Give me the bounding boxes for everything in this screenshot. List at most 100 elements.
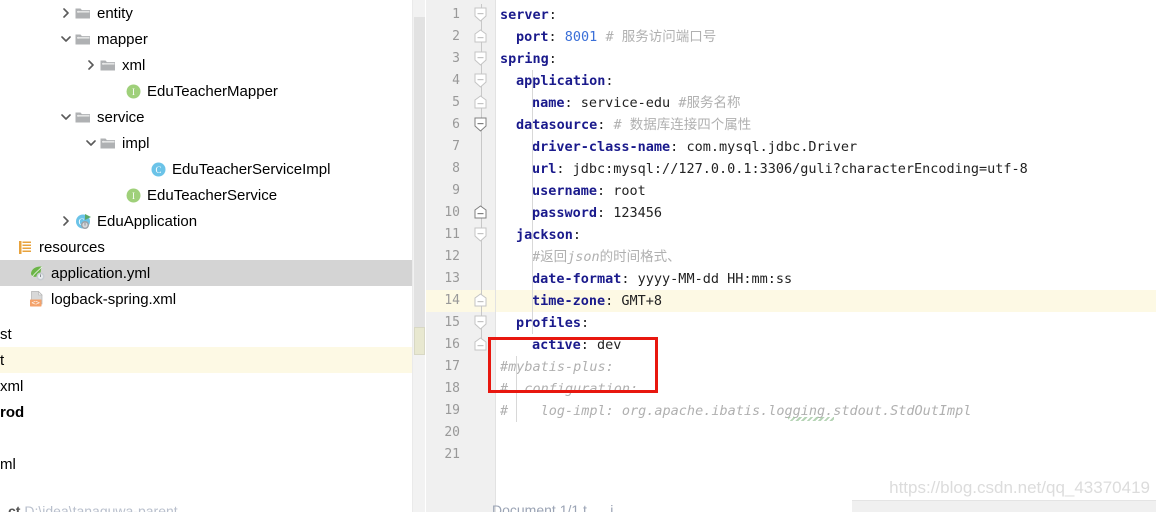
code-token: # log-impl: org.apache.ibatis.logging.st… [500, 403, 972, 419]
code-line[interactable]: time-zone: GMT+8 [496, 290, 1156, 312]
ide-window: entity mapper xml I EduTeacherMapper service i… [0, 0, 1156, 512]
code-token: 的时间格式、 [599, 249, 681, 265]
tree-row[interactable]: C EduApplication [0, 208, 412, 234]
code-text-area[interactable]: server: port: 8001 # 服务访问端口号 spring: applic… [496, 0, 1156, 512]
code-line[interactable]: profiles: [496, 312, 1156, 334]
code-line[interactable]: application: [496, 70, 1156, 92]
editor-status-bar [852, 500, 1156, 512]
tree-vertical-scrollbar[interactable] [412, 0, 425, 512]
folder-icon [73, 26, 93, 52]
code-token: time-zone [532, 293, 606, 309]
fold-toggle-icon[interactable] [474, 95, 489, 117]
tree-row-label: entity [97, 4, 133, 22]
svg-text:C: C [155, 165, 161, 175]
code-line[interactable]: username: root [496, 180, 1156, 202]
code-token: json [567, 249, 600, 265]
fold-toggle-icon[interactable] [474, 29, 489, 51]
fold-toggle-icon[interactable] [474, 293, 489, 315]
xml-file-icon: <> [27, 286, 47, 312]
clipped-tree-row[interactable]: t [0, 347, 412, 373]
fold-toggle-icon[interactable] [474, 205, 489, 227]
code-line[interactable]: active: dev [496, 334, 1156, 356]
code-token: password [532, 205, 598, 221]
tree-row[interactable]: xml [0, 52, 412, 78]
tree-row[interactable]: resources [0, 234, 412, 260]
code-line[interactable]: datasource: # 数据库连接四个属性 [496, 114, 1156, 136]
bottom-path-prefix: ct [8, 503, 21, 512]
line-number: 11 [444, 227, 460, 242]
tree-arrow-placeholder [133, 156, 148, 182]
chevron-down-icon[interactable] [83, 130, 98, 156]
code-token: url [532, 161, 557, 177]
line-number: 18 [444, 381, 460, 396]
code-token: spring [500, 51, 549, 67]
interface-icon: I [123, 182, 143, 208]
tree-row[interactable]: I EduTeacherService [0, 182, 412, 208]
tree-row[interactable]: C EduTeacherServiceImpl [0, 156, 412, 182]
code-line[interactable]: server: [496, 4, 1156, 26]
tree-row[interactable]: impl [0, 130, 412, 156]
code-line[interactable]: date-format: yyyy-MM-dd HH:mm:ss [496, 268, 1156, 290]
fold-toggle-icon[interactable] [474, 117, 489, 139]
line-number: 4 [452, 73, 460, 88]
line-number-gutter[interactable]: 1 2 3 4 5 6 7 8 9 10 11 12 13 14 15 16 17 18 19 20 21 [426, 0, 468, 512]
chevron-down-icon[interactable] [58, 26, 73, 52]
clipped-tree-row-label: t [0, 351, 5, 369]
tree-row[interactable]: application.yml [0, 260, 412, 286]
chevron-down-icon[interactable] [58, 104, 73, 130]
code-line[interactable]: port: 8001 # 服务访问端口号 [496, 26, 1156, 48]
code-token: application [516, 73, 606, 89]
code-token: : [556, 161, 573, 177]
chevron-right-icon[interactable] [58, 0, 73, 26]
tree-arrow-placeholder [108, 182, 123, 208]
tree-row[interactable]: I EduTeacherMapper [0, 78, 412, 104]
code-line[interactable]: #返回json的时间格式、 [496, 246, 1156, 268]
code-line[interactable]: # configuration: [496, 378, 1156, 400]
code-line[interactable] [496, 422, 1156, 444]
tree-arrow-placeholder [0, 234, 15, 260]
code-token: service-edu [580, 95, 671, 111]
fold-toggle-icon[interactable] [474, 227, 489, 249]
tree-row[interactable]: <> logback-spring.xml [0, 286, 412, 312]
code-line[interactable]: #mybatis-plus: [496, 356, 1156, 378]
svg-text:<>: <> [31, 299, 39, 307]
code-line[interactable]: spring: [496, 48, 1156, 70]
code-line[interactable]: password: 123456 [496, 202, 1156, 224]
code-token: name [532, 95, 565, 111]
fold-toggle-icon[interactable] [474, 7, 489, 29]
code-folding-strip[interactable] [468, 0, 496, 512]
code-token: #mybatis-plus: [500, 359, 614, 375]
code-line[interactable]: driver-class-name: com.mysql.jdbc.Driver [496, 136, 1156, 158]
tree-scrollbar-marker[interactable] [414, 327, 425, 355]
fold-toggle-icon[interactable] [474, 51, 489, 73]
chevron-right-icon[interactable] [83, 52, 98, 78]
chevron-right-icon[interactable] [58, 208, 73, 234]
folder-icon [73, 104, 93, 130]
clipped-tree-row[interactable]: rod [0, 399, 412, 425]
tree-scrollbar-thumb[interactable] [414, 17, 425, 327]
code-line[interactable]: url: jdbc:mysql://127.0.0.1:3306/guli?ch… [496, 158, 1156, 180]
code-token: jackson [516, 227, 573, 243]
code-token: GMT+8 [621, 293, 663, 309]
code-token: jdbc:mysql://127.0.0.1:3306/guli?charact… [572, 161, 1028, 177]
clipped-tree-row[interactable]: xml [0, 373, 412, 399]
tree-row[interactable]: entity [0, 0, 412, 26]
clipped-tree-row[interactable]: st [0, 321, 412, 347]
code-token: : [597, 183, 614, 199]
code-token: yyyy-MM-dd HH:mm:ss [637, 271, 793, 287]
code-token: #返回 [532, 249, 568, 265]
line-number: 7 [452, 139, 460, 154]
fold-toggle-icon[interactable] [474, 73, 489, 95]
clipped-tree-row[interactable]: ml [0, 451, 412, 477]
fold-toggle-icon[interactable] [474, 337, 489, 359]
code-token: username [532, 183, 598, 199]
code-line[interactable] [496, 444, 1156, 466]
code-line[interactable]: name: service-edu #服务名称 [496, 92, 1156, 114]
code-editor[interactable]: 1 2 3 4 5 6 7 8 9 10 11 12 13 14 15 16 17 18 19 20 21 server… [426, 0, 1156, 512]
project-tree-panel[interactable]: entity mapper xml I EduTeacherMapper service i… [0, 0, 412, 512]
code-token: : [621, 271, 638, 287]
tree-row[interactable]: service [0, 104, 412, 130]
tree-row[interactable]: mapper [0, 26, 412, 52]
fold-toggle-icon[interactable] [474, 315, 489, 337]
code-line[interactable]: jackson: [496, 224, 1156, 246]
